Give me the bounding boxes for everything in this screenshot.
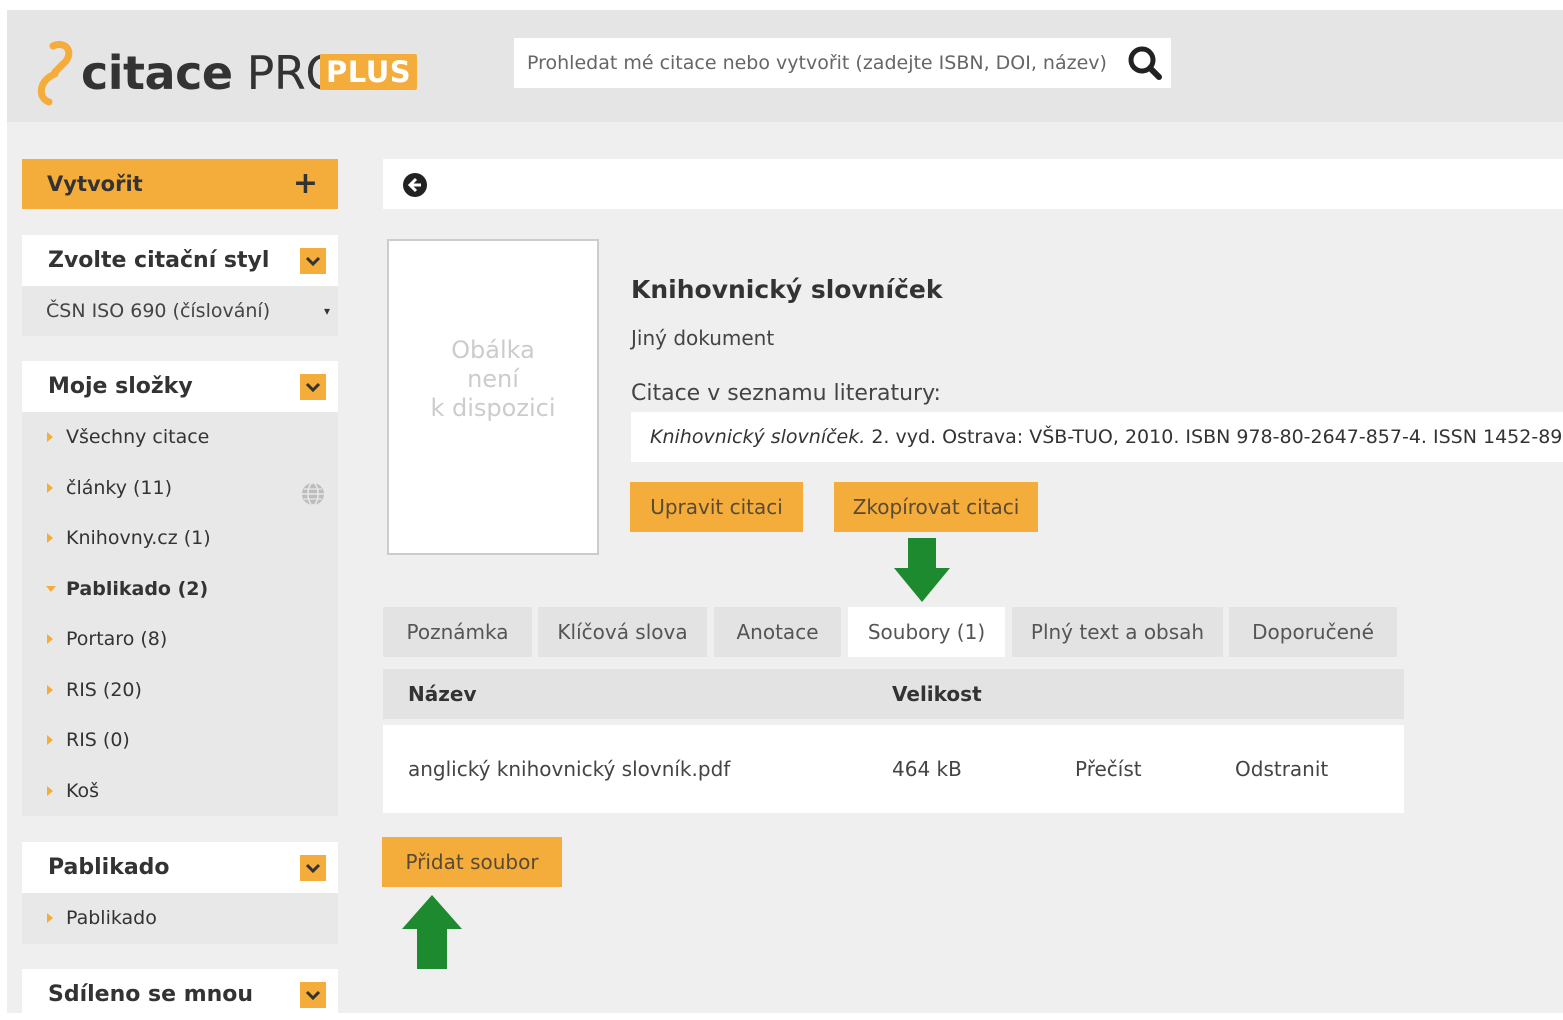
panel-title: Sdíleno se mnou [48,982,254,1007]
folder-knihovny[interactable]: Knihovny.cz (1) [22,513,338,564]
file-name[interactable]: anglický knihovnický slovník.pdf [408,725,730,813]
plus-icon: + [292,166,318,201]
remove-file-link[interactable]: Odstranit [1235,725,1328,813]
caret-right-icon [47,634,53,644]
folder-pablikado[interactable]: Pablikado (2) [22,564,338,615]
logo-mark-icon [37,41,73,106]
chevron-down-icon[interactable] [300,982,326,1008]
logo-badge: PLUS [320,54,418,90]
search-button[interactable] [1125,43,1165,83]
back-arrow-icon[interactable] [402,172,428,202]
add-file-button[interactable]: Přidat soubor [382,837,562,887]
create-label: Vytvořit [47,172,143,196]
tab-files[interactable]: Soubory (1) [848,607,1005,657]
my-folders-header[interactable]: Moje složky [22,361,338,412]
chevron-down-icon[interactable] [300,855,326,881]
record-type: Jiný dokument [631,326,775,350]
search-bar [514,38,1171,88]
column-name: Název [408,682,477,706]
record-title: Knihovnický slovníček [631,275,943,304]
folder-portaro[interactable]: Portaro (8) [22,614,338,665]
citation-style-panel: Zvolte citační styl ČSN ISO 690 (číslová… [22,235,338,336]
up-arrow-annotation-icon [402,895,462,969]
column-size: Velikost [892,682,982,706]
caret-right-icon [47,482,53,493]
search-input[interactable] [514,38,1114,88]
shared-panel: Sdíleno se mnou [22,969,338,1020]
tab-annotation[interactable]: Anotace [714,607,841,657]
pablikado-panel: Pablikado Pablikado [22,842,338,944]
tab-fulltext[interactable]: Plný text a obsah [1012,607,1223,657]
folder-articles[interactable]: články (11) [22,463,338,514]
select-caret-icon: ▾ [323,304,330,318]
tab-keywords[interactable]: Klíčová slova [538,607,707,657]
panel-title: Pablikado [48,855,170,880]
caret-right-icon [47,684,53,695]
caret-right-icon [47,533,53,543]
citation-style-select[interactable]: ČSN ISO 690 (číslování) ▾ [22,286,338,336]
folder-pablikado-shared[interactable]: Pablikado [22,893,338,944]
caret-down-icon [46,585,56,592]
read-file-link[interactable]: Přečíst [1075,725,1142,813]
files-table-header: Název Velikost [383,669,1404,719]
down-arrow-annotation-icon [894,538,950,602]
citation-text: Knihovnický slovníček. 2. vyd. Ostrava: … [631,412,1563,462]
table-row: anglický knihovnický slovník.pdf 464 kB … [383,725,1404,813]
pablikado-header[interactable]: Pablikado [22,842,338,893]
caret-right-icon [47,432,53,442]
cover-placeholder-text: Obálka není k dispozici [430,336,556,422]
create-button[interactable]: Vytvořit + [22,159,338,209]
folder-ris-20[interactable]: RIS (20) [22,665,338,716]
tab-recommended[interactable]: Doporučené [1229,607,1397,657]
folder-ris-0[interactable]: RIS (0) [22,715,338,766]
citation-style-header[interactable]: Zvolte citační styl [22,235,338,286]
my-folders-panel: Moje složky Všechny citace články (11) K… [22,361,338,816]
files-table: Název Velikost anglický knihovnický slov… [383,669,1404,813]
cover-placeholder: Obálka není k dispozici [387,239,599,555]
panel-title: Zvolte citační styl [48,248,270,273]
shared-header[interactable]: Sdíleno se mnou [22,969,338,1020]
chevron-down-icon[interactable] [300,374,326,400]
folder-all-citations[interactable]: Všechny citace [22,412,338,463]
tab-note[interactable]: Poznámka [383,607,532,657]
copy-citation-button[interactable]: Zkopírovat citaci [834,482,1038,532]
file-size: 464 kB [892,757,962,781]
citation-label: Citace v seznamu literatury: [631,381,941,406]
caret-right-icon [47,913,53,923]
caret-right-icon [47,785,53,796]
record-toolbar [383,159,1563,209]
edit-citation-button[interactable]: Upravit citaci [630,482,803,532]
caret-right-icon [47,735,53,745]
selected-style: ČSN ISO 690 (číslování) [46,300,271,322]
magnifier-icon [1128,46,1162,80]
panel-title: Moje složky [48,374,193,399]
folder-trash[interactable]: Koš [22,766,338,817]
logo-text: citace PRO [81,46,342,100]
chevron-down-icon[interactable] [300,248,326,274]
